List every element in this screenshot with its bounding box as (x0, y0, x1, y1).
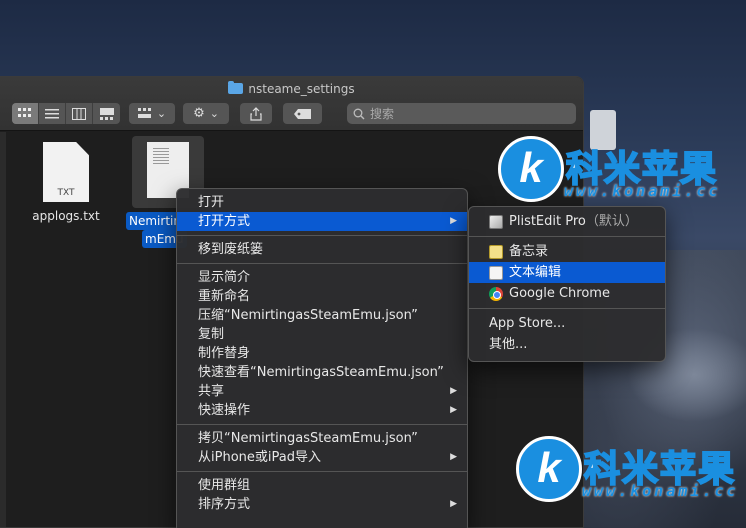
submenu-arrow-icon: ▶ (450, 405, 457, 415)
menu-item-import-from-iphone[interactable]: 从iPhone或iPad导入 ▶ (177, 448, 467, 467)
folder-icon (228, 81, 244, 94)
menu-item-quick-look[interactable]: 快速查看“NemirtingasSteamEmu.json” (177, 363, 467, 382)
watermark-top: k 科米苹果 www.konami.cc (498, 136, 738, 206)
submenu-item-app-store[interactable]: App Store... (469, 313, 665, 334)
submenu-item-notes[interactable]: 备忘录 (469, 241, 665, 262)
tag-icon (293, 108, 311, 119)
tags-button[interactable] (283, 103, 322, 124)
menu-item-get-info[interactable]: 显示简介 (177, 268, 467, 287)
action-button[interactable]: ⚙ ⌄ (183, 103, 229, 124)
submenu-item-other[interactable]: 其他... (469, 334, 665, 355)
context-menu: 打开 打开方式 ▶ 移到废纸篓 显示简介 重新命名 压缩“NemirtingasS… (176, 188, 468, 528)
submenu-item-plistedit[interactable]: PlistEdit Pro （默认） (469, 211, 665, 232)
submenu-arrow-icon: ▶ (450, 452, 457, 462)
menu-item-compress[interactable]: 压缩“NemirtingasSteamEmu.json” (177, 306, 467, 325)
open-with-submenu: PlistEdit Pro （默认） 备忘录 文本编辑 Google Chrome… (468, 206, 666, 362)
menu-item-duplicate[interactable]: 复制 (177, 325, 467, 344)
gallery-icon (99, 107, 114, 120)
submenu-arrow-icon: ▶ (450, 499, 457, 509)
submenu-arrow-icon: ▶ (450, 216, 457, 226)
list-view-button[interactable] (39, 103, 66, 124)
search-icon (353, 108, 365, 119)
menu-item-copy[interactable]: 拷贝“NemirtingasSteamEmu.json” (177, 429, 467, 448)
watermark-logo-icon: k (498, 136, 564, 202)
watermark-logo-icon: k (516, 436, 582, 502)
chevron-down-icon: ⌄ (209, 107, 219, 120)
titlebar: nsteame_settings ⌄ ⚙ ⌄ 搜索 (0, 77, 583, 131)
search-field[interactable]: 搜索 (347, 103, 576, 124)
menu-item-use-groups[interactable]: 使用群组 (177, 476, 467, 495)
menu-separator (469, 308, 665, 309)
menu-separator (177, 263, 467, 264)
gear-icon: ⚙ (193, 106, 205, 121)
column-view-button[interactable] (66, 103, 93, 124)
menu-separator (177, 424, 467, 425)
plistedit-app-icon (489, 214, 503, 229)
view-mode-group (12, 103, 120, 124)
submenu-arrow-icon: ▶ (450, 386, 457, 396)
menu-item-quick-actions[interactable]: 快速操作 ▶ (177, 401, 467, 420)
notes-app-icon (489, 244, 503, 259)
watermark-bottom: k 科米苹果 www.konami.cc (516, 436, 746, 506)
gallery-view-button[interactable] (93, 103, 120, 124)
menu-item-sort-by[interactable]: 排序方式 ▶ (177, 495, 467, 514)
textedit-app-icon (489, 265, 503, 280)
icon-view-button[interactable] (12, 103, 39, 124)
menu-item-move-to-trash[interactable]: 移到废纸篓 (177, 240, 467, 259)
group-icon (137, 108, 151, 118)
file-name: applogs.txt (32, 209, 100, 223)
toolbar: ⌄ ⚙ ⌄ 搜索 (12, 103, 576, 125)
menu-separator (469, 236, 665, 237)
search-placeholder: 搜索 (370, 107, 395, 121)
menu-item-open-with[interactable]: 打开方式 ▶ (177, 212, 467, 231)
share-icon (250, 106, 262, 121)
chrome-app-icon (489, 286, 503, 301)
menu-item-rename[interactable]: 重新命名 (177, 287, 467, 306)
menu-item-share[interactable]: 共享 ▶ (177, 382, 467, 401)
menu-item-make-alias[interactable]: 制作替身 (177, 344, 467, 363)
menu-separator (177, 471, 467, 472)
window-title: nsteame_settings (0, 81, 583, 96)
file-applogs[interactable]: TXT applogs.txt (30, 142, 102, 223)
text-document-icon: TXT (43, 142, 89, 202)
group-by-button[interactable]: ⌄ (129, 103, 175, 124)
submenu-item-chrome[interactable]: Google Chrome (469, 283, 665, 304)
list-icon (45, 108, 59, 118)
columns-icon (72, 107, 86, 120)
menu-separator (177, 235, 467, 236)
chevron-down-icon: ⌄ (156, 107, 167, 120)
menu-item-open[interactable]: 打开 (177, 193, 467, 212)
submenu-item-textedit[interactable]: 文本编辑 (469, 262, 665, 283)
share-button[interactable] (240, 103, 272, 124)
sidebar-edge (0, 132, 6, 527)
grid-icon (18, 107, 31, 117)
